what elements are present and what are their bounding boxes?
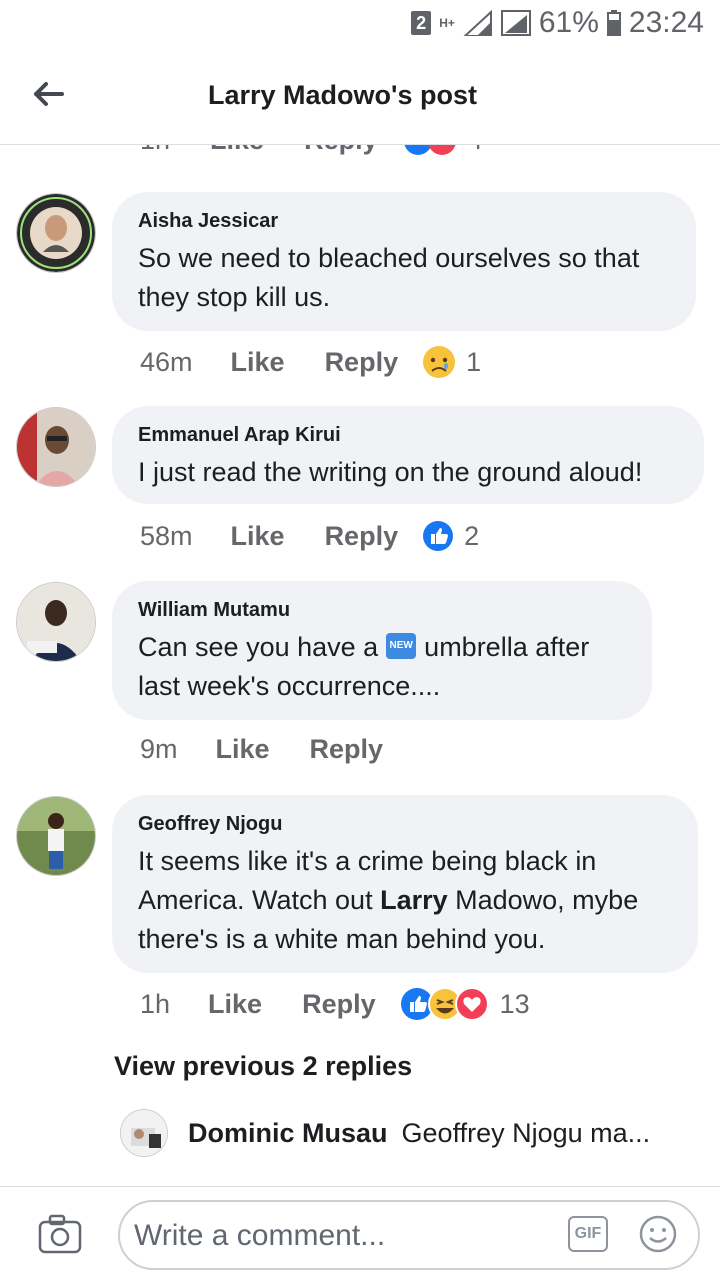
reaction-count: 1	[466, 346, 482, 377]
like-button[interactable]: Like	[208, 989, 262, 1020]
comment-actions: 46m Like Reply 1	[140, 345, 481, 379]
comment-text: It seems like it's a crime being black i…	[138, 842, 672, 959]
comment-input[interactable]	[132, 1210, 556, 1262]
comment-actions: 1h Like Reply 13	[140, 987, 530, 1021]
reply-button[interactable]: Reply	[325, 521, 399, 552]
reaction-summary[interactable]: 1	[422, 345, 481, 379]
comment-time: 46m	[140, 346, 193, 377]
reaction-summary[interactable]: 4	[402, 145, 483, 156]
mention-link[interactable]: Larry	[380, 885, 448, 915]
commenter-name[interactable]: Geoffrey Njogu	[138, 813, 672, 836]
avatar[interactable]	[16, 193, 96, 273]
comment-composer: GIF	[0, 1186, 720, 1281]
like-button[interactable]: Like	[216, 734, 270, 765]
commenter-name[interactable]: Aisha Jessicar	[138, 210, 670, 233]
avatar[interactable]	[16, 407, 96, 487]
comment-time: 1h	[140, 145, 170, 156]
camera-icon[interactable]	[38, 1214, 82, 1254]
comment-actions: 58m Like Reply 2	[140, 520, 479, 552]
network-type: H+	[439, 16, 455, 30]
commenter-name[interactable]: Emmanuel Arap Kirui	[138, 424, 678, 447]
comment-text-part: Can see you have a	[138, 632, 379, 662]
emoji-icon[interactable]	[638, 1214, 678, 1254]
sad-emoji-icon	[423, 346, 456, 378]
reaction-summary[interactable]: 13	[400, 987, 530, 1021]
comment-text: So we need to bleached ourselves so that…	[138, 243, 640, 312]
reaction-count: 4	[468, 145, 483, 156]
avatar[interactable]	[120, 1109, 168, 1157]
comment-bubble[interactable]: Aisha Jessicar So we need to bleached ou…	[112, 192, 696, 331]
comment-actions: 9m Like Reply	[140, 734, 383, 765]
comment-text: I just read the writing on the ground al…	[138, 457, 643, 487]
back-arrow-icon[interactable]	[30, 76, 66, 112]
gif-button[interactable]: GIF	[568, 1216, 608, 1252]
reaction-summary[interactable]: 2	[422, 520, 479, 552]
comment-time: 1h	[140, 988, 171, 1019]
comment-bubble[interactable]: Geoffrey Njogu It seems like it's a crim…	[112, 795, 698, 973]
header: Larry Madowo's post	[0, 48, 720, 145]
reply-author-name[interactable]: Dominic Musau	[188, 1118, 388, 1149]
battery-icon	[606, 10, 621, 36]
clock: 23:24	[628, 6, 704, 39]
comment-text: Can see you have a NEW umbrella after last…	[138, 628, 626, 706]
comment-bubble[interactable]: Emmanuel Arap Kirui I just read the writ…	[112, 406, 704, 504]
like-button[interactable]: Like	[210, 145, 264, 156]
view-previous-replies-link[interactable]: View previous 2 replies	[114, 1051, 412, 1082]
comment-time: 9m	[140, 734, 178, 764]
page-title: Larry Madowo's post	[208, 80, 477, 110]
comment-time: 58m	[140, 520, 193, 551]
like-love-icons	[404, 145, 455, 155]
new-emoji-icon: NEW	[386, 632, 417, 659]
battery-percent: 61%	[538, 6, 599, 39]
commenter-name[interactable]: William Mutamu	[138, 599, 626, 622]
like-button[interactable]: Like	[231, 347, 285, 378]
reply-preview[interactable]: Dominic Musau Geoffrey Njogu ma...	[120, 1109, 650, 1157]
avatar[interactable]	[16, 796, 96, 876]
reply-button[interactable]: Reply	[302, 989, 376, 1020]
partial-action-row: 1h Like Reply 4	[140, 145, 483, 156]
like-icon	[423, 521, 454, 551]
reply-text: Geoffrey Njogu ma...	[401, 1117, 651, 1148]
reaction-count: 2	[464, 520, 480, 551]
reply-button[interactable]: Reply	[325, 347, 399, 378]
like-haha-love-icons	[400, 987, 489, 1021]
reply-button[interactable]: Reply	[310, 734, 384, 765]
status-bar: 2 H+ 61% 23:24	[0, 0, 720, 48]
comment-bubble[interactable]: William Mutamu Can see you have a NEW umbr…	[112, 581, 652, 720]
sim-icon: 2	[411, 11, 432, 35]
signal-icon	[463, 10, 492, 36]
comments-feed[interactable]: 1h Like Reply 4 Aisha Jessicar So we nee…	[0, 145, 720, 1185]
signal-icon-2	[500, 10, 531, 36]
avatar[interactable]	[16, 582, 96, 662]
reaction-count: 13	[499, 988, 530, 1019]
reply-button[interactable]: Reply	[304, 145, 378, 156]
like-button[interactable]: Like	[231, 521, 285, 552]
comment-input-box[interactable]: GIF	[118, 1200, 700, 1270]
